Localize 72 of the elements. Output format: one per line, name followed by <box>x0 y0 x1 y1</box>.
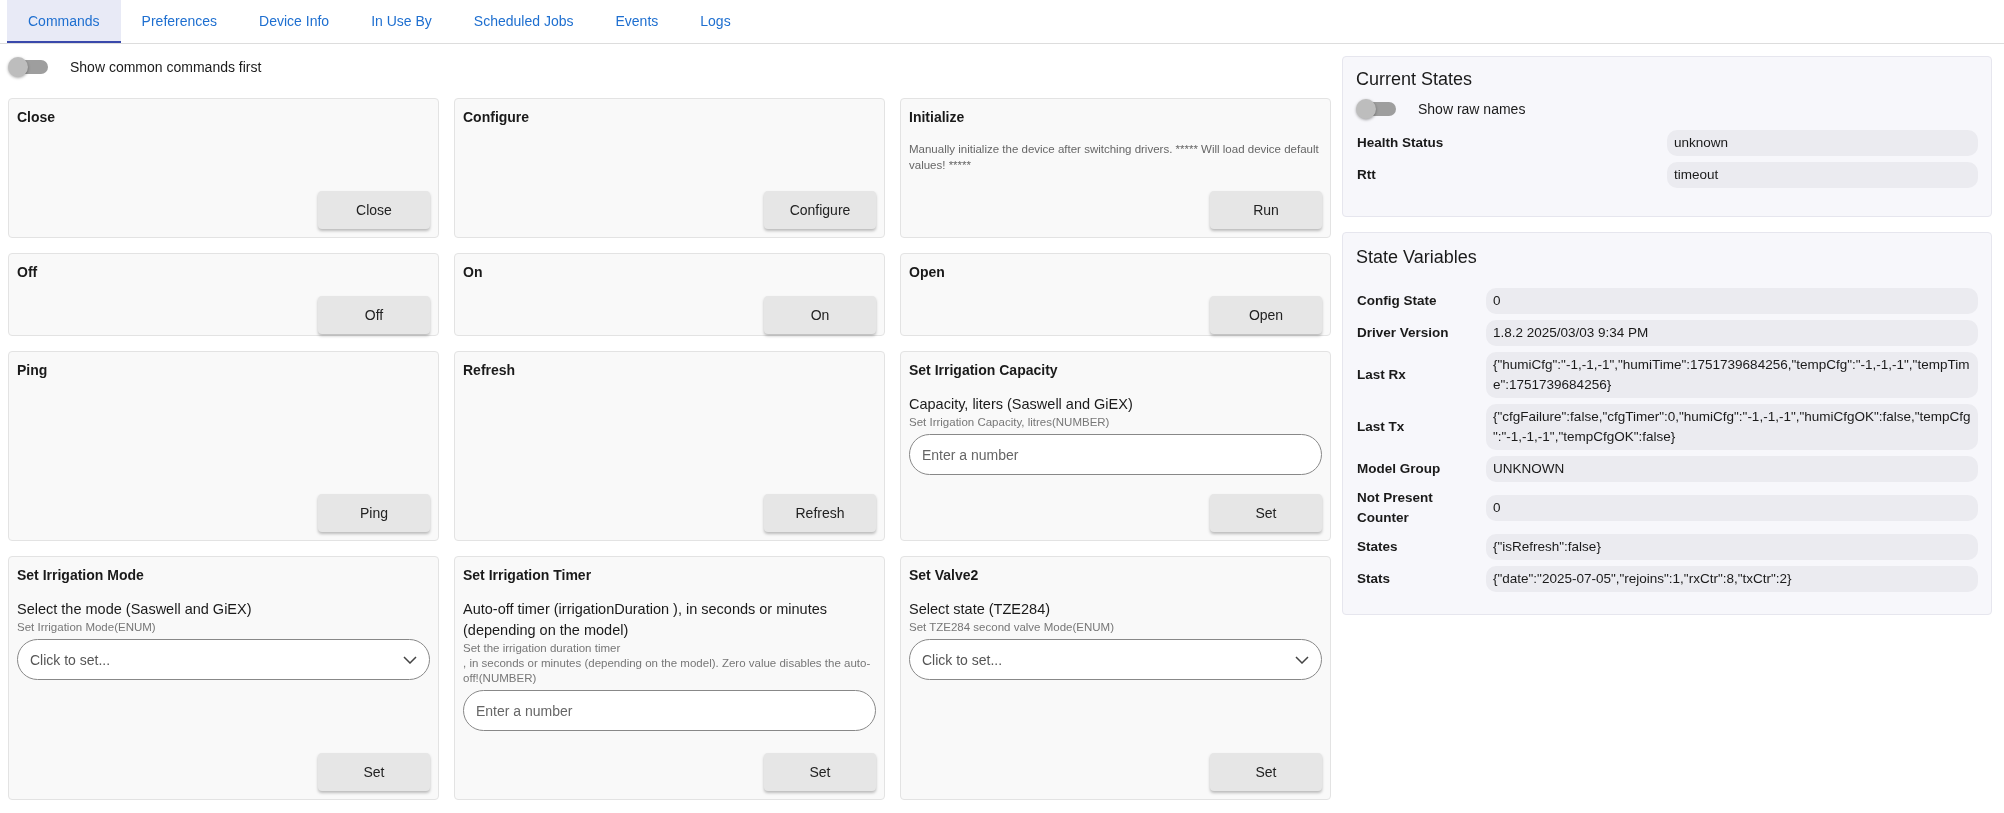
command-title: Off <box>17 264 39 280</box>
attribute-name: Last Tx <box>1356 418 1406 436</box>
toggle-label: Show common commands first <box>70 59 262 75</box>
command-title: On <box>463 264 484 280</box>
select-dropdown[interactable]: Click to set... <box>909 639 1322 680</box>
parameter-label: Select state (TZE284) <box>909 600 1052 619</box>
toggle-switch[interactable] <box>1358 102 1396 116</box>
command-button[interactable]: Set <box>764 753 876 791</box>
attribute-value: 0 <box>1486 495 1978 521</box>
attribute-name: Last Rx <box>1356 366 1407 384</box>
command-title: Close <box>17 109 57 125</box>
command-title: Set Valve2 <box>909 567 980 583</box>
parameter-hint: Set Irrigation Mode(ENUM) <box>17 620 157 635</box>
command-title: Initialize <box>909 109 966 125</box>
command-button[interactable]: Close <box>318 191 430 229</box>
tab[interactable]: Device Info <box>238 0 351 43</box>
command-title: Set Irrigation Timer <box>463 567 593 583</box>
attribute-value: UNKNOWN <box>1486 456 1978 482</box>
command-button[interactable]: Ping <box>318 494 430 532</box>
attribute-value: {"isRefresh":false} <box>1486 534 1978 560</box>
command-button[interactable]: On <box>764 296 876 334</box>
command-button[interactable]: Off <box>318 296 430 334</box>
parameter-label: Auto-off timer (irrigationDuration ), in seconds or minutes (depending on the model) <box>463 600 828 640</box>
tab[interactable]: Preferences <box>120 0 239 43</box>
attribute-value: 1.8.2 2025/03/03 9:34 PM <box>1486 320 1978 346</box>
parameter-hint: Set Irrigation Capacity, litres(NUMBER) <box>909 415 1111 430</box>
tab[interactable]: Events <box>594 0 680 43</box>
panel-title: State Variables <box>1356 247 1478 268</box>
command-button[interactable]: Open <box>1210 296 1322 334</box>
toggle-switch[interactable] <box>10 60 48 74</box>
number-input-field[interactable]: Enter a number <box>463 690 876 731</box>
parameter-hint: Set TZE284 second valve Mode(ENUM) <box>909 620 1115 635</box>
command-button[interactable]: Set <box>318 753 430 791</box>
command-button[interactable]: Set <box>1210 494 1322 532</box>
command-description: Manually initialize the device after switching drivers. ***** Will load device default values! ***** <box>909 142 1320 173</box>
parameter-hint: Set the irrigation duration timer , in seconds or minutes (depending on the model). Zero value disables the auto-off!(NUMBER) <box>463 641 872 686</box>
command-button[interactable]: Set <box>1210 753 1322 791</box>
attribute-name: Not Present Counter <box>1356 489 1434 527</box>
number-input-field[interactable]: Enter a number <box>909 434 1322 475</box>
attribute-value: unknown <box>1667 130 1978 156</box>
attribute-name: Model Group <box>1356 460 1442 478</box>
attribute-value: timeout <box>1667 162 1978 188</box>
attribute-name: Health Status <box>1356 134 1445 152</box>
attribute-name: Driver Version <box>1356 324 1450 342</box>
command-title: Set Irrigation Capacity <box>909 362 1059 378</box>
command-title: Open <box>909 264 946 280</box>
attribute-name: Config State <box>1356 292 1438 310</box>
command-title: Ping <box>17 362 49 378</box>
command-button[interactable]: Run <box>1210 191 1322 229</box>
panel-title: Current States <box>1356 69 1474 90</box>
tab[interactable]: In Use By <box>350 0 453 43</box>
attribute-name: States <box>1356 538 1399 556</box>
attribute-name: Stats <box>1356 570 1391 588</box>
command-title: Set Irrigation Mode <box>17 567 145 583</box>
toggle-label: Show raw names <box>1418 101 1526 117</box>
parameter-label: Select the mode (Saswell and GiEX) <box>17 600 253 619</box>
command-title: Refresh <box>463 362 517 378</box>
command-title: Configure <box>463 109 531 125</box>
command-button[interactable]: Configure <box>764 191 876 229</box>
tab[interactable]: Logs <box>679 0 752 43</box>
tab[interactable]: Commands <box>7 0 121 43</box>
chevron-down-icon <box>403 655 417 664</box>
chevron-down-icon <box>1295 655 1309 664</box>
attribute-value: {"humiCfg":"-1,-1,-1","humiTime":1751739684256,"tempCfg":"-1,-1,-1","tempTime":1751739684256} <box>1486 352 1978 398</box>
command-button[interactable]: Refresh <box>764 494 876 532</box>
select-dropdown[interactable]: Click to set... <box>17 639 430 680</box>
tab[interactable]: Scheduled Jobs <box>452 0 595 43</box>
attribute-value: {"date":"2025-07-05","rejoins":1,"rxCtr":8,"txCtr":2} <box>1486 566 1978 592</box>
attribute-value: {"cfgFailure":false,"cfgTimer":0,"humiCfg":"-1,-1,-1","humiCfgOK":false,"tempCfg":"-1,-1,-1","tempCfgOK":false} <box>1486 404 1978 450</box>
parameter-label: Capacity, liters (Saswell and GiEX) <box>909 395 1134 414</box>
attribute-value: 0 <box>1486 288 1978 314</box>
attribute-name: Rtt <box>1356 166 1377 184</box>
